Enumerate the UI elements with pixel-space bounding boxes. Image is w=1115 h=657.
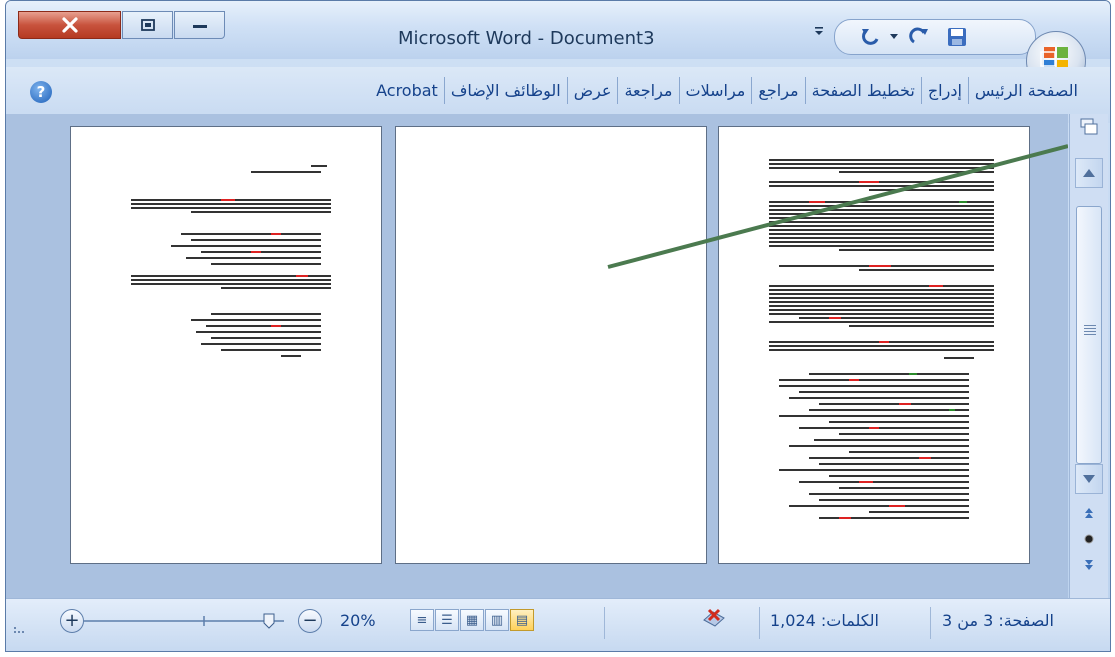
view-web-layout-button[interactable]: ▦	[460, 609, 484, 631]
select-browse-object-button[interactable]	[1076, 528, 1102, 550]
view-full-screen-reading-button[interactable]: ▥	[485, 609, 509, 631]
zoom-out-button[interactable]: −	[298, 609, 322, 633]
zoom-slider-thumb[interactable]	[263, 613, 275, 629]
web-layout-icon: ▦	[465, 612, 479, 628]
view-print-layout-button[interactable]: ▤	[510, 609, 534, 631]
scroll-thumb[interactable]	[1076, 206, 1102, 464]
restore-button[interactable]	[122, 11, 173, 39]
view-draft-button[interactable]: ≡	[410, 609, 434, 631]
close-button[interactable]	[18, 11, 121, 39]
ruler-icon	[1080, 118, 1098, 135]
circle-icon	[1084, 534, 1094, 544]
outline-view-icon: ☰	[441, 612, 453, 628]
ruler-toggle-button[interactable]	[1076, 116, 1102, 138]
save-icon	[948, 28, 966, 46]
proofing-icon	[703, 608, 725, 627]
resize-grip-icon	[12, 621, 26, 635]
window-title: Microsoft Word - Document3	[398, 28, 655, 49]
plus-icon: +	[64, 610, 80, 631]
status-bar: + − 20% ≡ ☰ ▦ ▥ ▤ الكلمات: 1,024 الصفحة:…	[6, 598, 1110, 651]
word-count[interactable]: الكلمات: 1,024	[770, 611, 879, 630]
save-button[interactable]	[943, 24, 971, 50]
tab-references[interactable]: مراجع	[751, 77, 804, 104]
document-area[interactable]	[6, 114, 1068, 598]
help-button[interactable]: ?	[30, 81, 52, 103]
tab-add-ins[interactable]: الوظائف الإضاف	[443, 77, 567, 104]
title-bar: Microsoft Word - Document3	[6, 1, 1110, 59]
minimize-icon	[192, 25, 207, 28]
zoom-in-button[interactable]: +	[60, 609, 84, 633]
undo-dropdown[interactable]	[887, 24, 901, 50]
view-outline-button[interactable]: ☰	[435, 609, 459, 631]
page-number[interactable]: الصفحة: 3 من 3	[942, 611, 1054, 630]
zoom-slider[interactable]	[84, 613, 284, 629]
tab-insert[interactable]: إدراج	[920, 77, 968, 104]
tab-acrobat[interactable]: Acrobat	[370, 77, 444, 104]
double-chevron-down-icon	[1085, 560, 1093, 570]
grip-icon	[1084, 325, 1096, 335]
close-icon	[61, 17, 78, 33]
tab-mailings[interactable]: مراسلات	[678, 77, 752, 104]
word-window: Microsoft Word - Document3 ? الصفحة الرئ…	[5, 0, 1111, 652]
tab-home[interactable]: الصفحة الرئيس	[967, 77, 1078, 104]
print-layout-icon: ▤	[515, 612, 529, 628]
proofing-status-button[interactable]	[700, 605, 728, 631]
undo-button[interactable]	[857, 24, 885, 50]
quick-access-toolbar	[834, 19, 1036, 55]
help-icon: ?	[36, 83, 46, 101]
minimize-button[interactable]	[174, 11, 225, 39]
restore-icon	[140, 19, 155, 31]
tab-review[interactable]: مراجعة	[617, 77, 678, 104]
scroll-down-button[interactable]	[1075, 464, 1103, 494]
double-chevron-up-icon	[1085, 508, 1093, 518]
arrow-up-icon	[1083, 169, 1095, 177]
redo-button[interactable]	[905, 24, 933, 50]
previous-page-button[interactable]	[1076, 502, 1102, 524]
reading-view-icon: ▥	[490, 612, 504, 628]
ribbon-tabs: الصفحة الرئيس إدراج تخطيط الصفحة مراجع م…	[72, 77, 1078, 104]
scroll-up-button[interactable]	[1075, 158, 1103, 188]
minus-icon: −	[302, 610, 318, 631]
qat-customize-button[interactable]	[814, 25, 824, 37]
zoom-level[interactable]: 20%	[340, 611, 376, 630]
tab-view[interactable]: عرض	[566, 77, 618, 104]
chevron-down-icon	[890, 34, 898, 39]
next-page-button[interactable]	[1076, 554, 1102, 576]
chevron-down-icon	[815, 27, 823, 35]
arrow-down-icon	[1083, 475, 1095, 483]
tab-page-layout[interactable]: تخطيط الصفحة	[804, 77, 921, 104]
draft-view-icon: ≡	[416, 612, 428, 628]
undo-icon	[862, 29, 879, 45]
redo-icon	[909, 27, 928, 44]
annotation-line	[607, 144, 1068, 269]
vertical-scrollbar[interactable]	[1069, 114, 1108, 598]
